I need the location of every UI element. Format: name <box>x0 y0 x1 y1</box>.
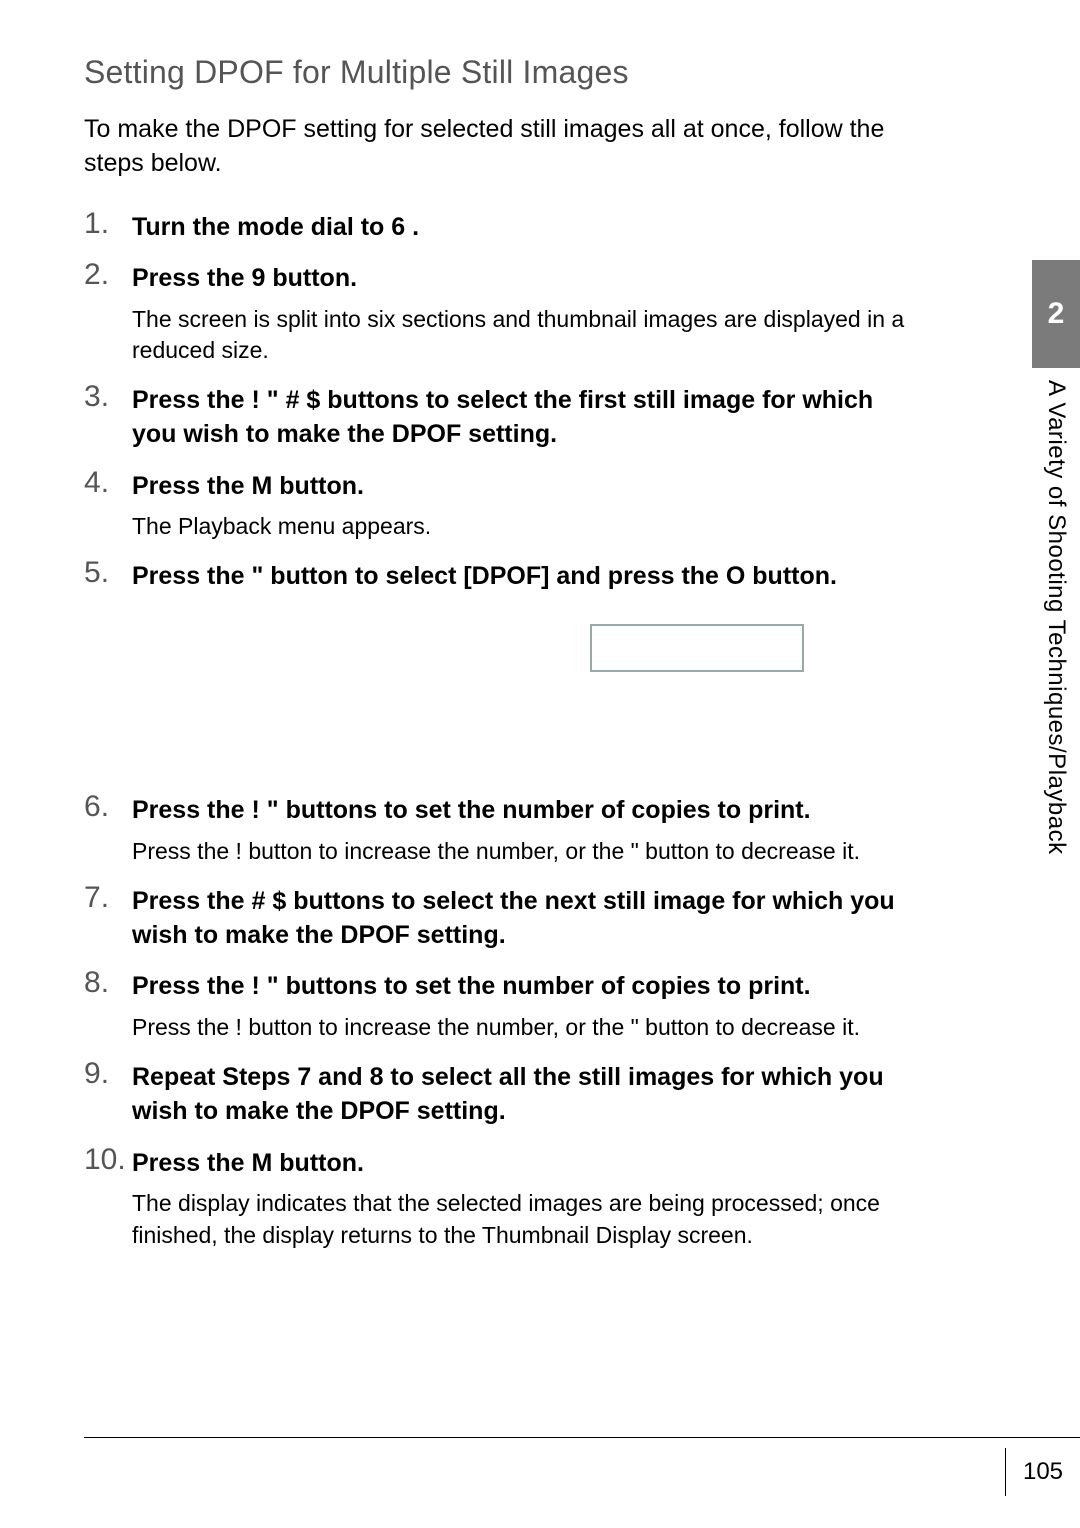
step-head: Press the ! " buttons to set the number … <box>132 794 924 828</box>
step-head: Press the 9 button. <box>132 262 924 296</box>
step-head: Press the ! " # $ buttons to select the … <box>132 384 924 452</box>
page-number: 105 <box>1023 1458 1063 1486</box>
step-head: Press the # $ buttons to select the next… <box>132 885 924 953</box>
step-item: Press the M button. The display indicate… <box>84 1147 924 1251</box>
step-body: Press the ! button to increase the numbe… <box>132 1012 924 1043</box>
chapter-tab: 2 <box>1032 260 1080 368</box>
step-item: Press the ! " buttons to set the number … <box>84 970 924 1043</box>
step-item: Repeat Steps 7 and 8 to select all the s… <box>84 1061 924 1129</box>
step-head: Press the " button to select [DPOF] and … <box>132 560 924 594</box>
screenshot-area <box>132 614 924 734</box>
chapter-title: A Variety of Shooting Techniques/Playbac… <box>1042 380 1070 855</box>
step-head: Repeat Steps 7 and 8 to select all the s… <box>132 1061 924 1129</box>
step-body: The screen is split into six sections an… <box>132 304 924 366</box>
screenshot-placeholder <box>590 624 804 672</box>
step-item: Press the M button. The Playback menu ap… <box>84 470 924 543</box>
step-head: Press the M button. <box>132 1147 924 1181</box>
page-number-box: 105 <box>1005 1448 1080 1496</box>
step-item: Press the # $ buttons to select the next… <box>84 885 924 953</box>
page-title: Setting DPOF for Multiple Still Images <box>84 54 924 91</box>
footer-divider <box>84 1437 1080 1438</box>
step-head: Press the ! " buttons to set the number … <box>132 970 924 1004</box>
step-body: The display indicates that the selected … <box>132 1188 924 1250</box>
step-item: Press the 9 button. The screen is split … <box>84 262 924 366</box>
content-area: Setting DPOF for Multiple Still Images T… <box>84 54 924 1251</box>
step-item: Press the " button to select [DPOF] and … <box>84 560 924 734</box>
step-item: Turn the mode dial to 6 . <box>84 211 924 245</box>
chapter-number: 2 <box>1048 297 1065 331</box>
step-item: Press the ! " buttons to set the number … <box>84 794 924 867</box>
side-text-container: A Variety of Shooting Techniques/Playbac… <box>1032 380 1080 1000</box>
step-body: Press the ! button to increase the numbe… <box>132 836 924 867</box>
intro-text: To make the DPOF setting for selected st… <box>84 113 924 181</box>
step-item: Press the ! " # $ buttons to select the … <box>84 384 924 452</box>
step-head: Press the M button. <box>132 470 924 504</box>
step-body: The Playback menu appears. <box>132 511 924 542</box>
page: Setting DPOF for Multiple Still Images T… <box>0 0 1080 1528</box>
step-head: Turn the mode dial to 6 . <box>132 211 924 245</box>
steps-list: Turn the mode dial to 6 . Press the 9 bu… <box>84 211 924 1251</box>
